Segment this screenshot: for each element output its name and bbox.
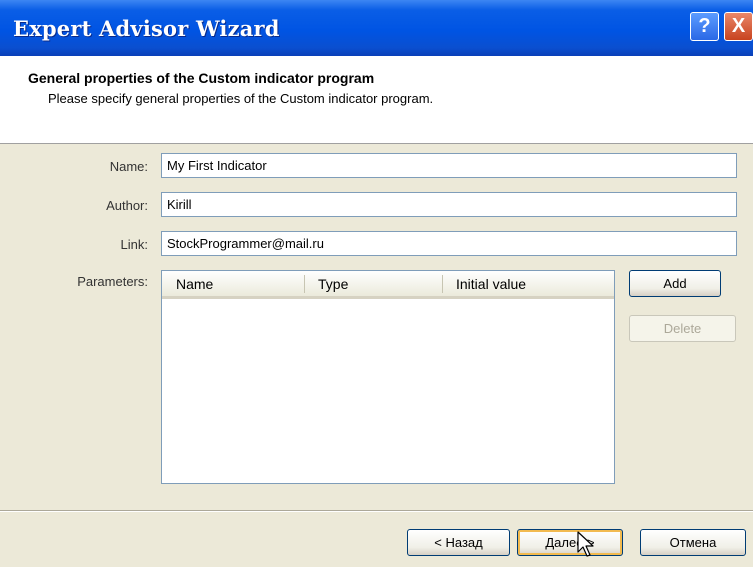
add-button[interactable]: Add	[629, 270, 721, 297]
column-header-type[interactable]: Type	[318, 276, 348, 292]
parameters-list-header: Name Type Initial value	[162, 271, 614, 299]
parameters-label: Parameters:	[77, 274, 148, 289]
delete-button[interactable]: Delete	[629, 315, 736, 342]
page-title: General properties of the Custom indicat…	[28, 70, 375, 86]
parameters-list[interactable]: Name Type Initial value	[161, 270, 615, 484]
name-field[interactable]: My First Indicator	[161, 153, 737, 178]
close-button[interactable]: X	[724, 12, 753, 41]
link-label: Link:	[120, 237, 148, 252]
column-header-name[interactable]: Name	[176, 276, 213, 292]
cancel-button[interactable]: Отмена	[640, 529, 746, 556]
column-header-initial-value[interactable]: Initial value	[456, 276, 526, 292]
mouse-pointer-icon	[577, 531, 594, 557]
link-field[interactable]: StockProgrammer@mail.ru	[161, 231, 737, 256]
author-label: Author:	[106, 198, 148, 213]
help-button[interactable]: ?	[690, 12, 719, 41]
back-button[interactable]: < Назад	[407, 529, 510, 556]
next-button[interactable]: Далее >	[517, 529, 623, 556]
column-separator[interactable]	[442, 275, 443, 293]
column-separator[interactable]	[304, 275, 305, 293]
footer-divider	[0, 510, 753, 512]
name-label: Name:	[109, 159, 148, 174]
author-field[interactable]: Kirill	[161, 192, 737, 217]
window-title: Expert Advisor Wizard	[13, 16, 280, 41]
title-bar: Expert Advisor Wizard ? X	[0, 0, 753, 56]
page-subtitle: Please specify general properties of the…	[48, 91, 434, 106]
